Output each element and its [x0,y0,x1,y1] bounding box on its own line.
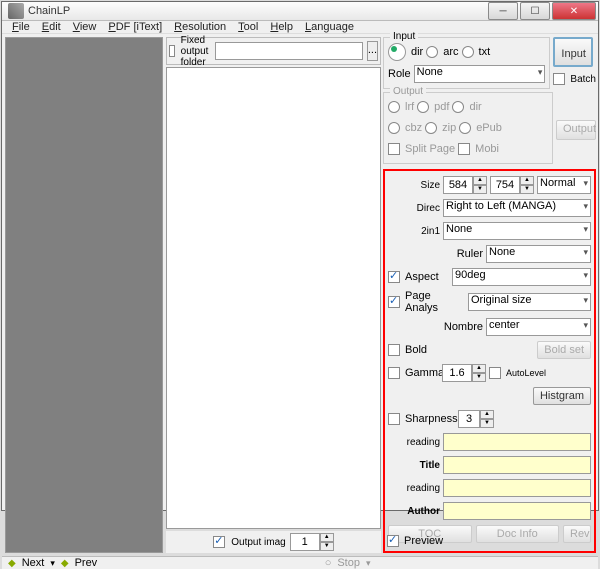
sharpness-spinner[interactable]: ▲▼ [458,410,494,428]
reading2-field[interactable] [443,479,591,497]
stop-button[interactable]: Stop [337,557,360,569]
sharpness-checkbox[interactable] [388,413,400,425]
fixed-output-label: Fixed output folder [181,35,211,68]
preview-checkbox[interactable] [387,535,399,547]
window-title: ChainLP [28,5,486,17]
input-legend: Input [390,31,418,42]
boldset-button: Bold set [537,341,591,359]
output-button: Output [556,120,596,140]
browse-button[interactable]: ... [367,41,378,61]
size-w-spinner[interactable]: ▲▼ [443,176,487,194]
direc-select[interactable]: Right to Left (MANGA) [443,199,591,217]
titlebar: ChainLP ─ ☐ ✕ [2,2,598,21]
aspect-checkbox[interactable] [388,271,400,283]
pageanalys-select[interactable]: Original size [468,293,591,311]
docinfo-button: Doc Info [476,525,560,543]
pageanalys-checkbox[interactable] [388,296,400,308]
input-button[interactable]: Input [553,37,593,67]
nombre-select[interactable]: center [486,318,591,336]
minimize-button[interactable]: ─ [488,2,518,20]
reading1-field[interactable] [443,433,591,451]
role-select[interactable]: None [414,65,546,83]
input-arc-radio[interactable] [426,46,438,58]
maximize-button[interactable]: ☐ [520,2,550,20]
menu-help[interactable]: Help [270,21,293,33]
app-window: ChainLP ─ ☐ ✕ File Edit View PDF [iText]… [1,1,599,511]
title-field[interactable] [443,456,591,474]
next-button[interactable]: Next [22,557,45,569]
fixed-output-field[interactable] [215,42,363,60]
menu-pdf[interactable]: PDF [iText] [108,21,162,33]
output-imag-checkbox[interactable] [213,536,225,548]
fixed-output-checkbox[interactable] [169,45,175,57]
gamma-spinner[interactable]: ▲▼ [442,364,486,382]
aspect-select[interactable]: 90deg [452,268,591,286]
menu-file[interactable]: File [12,21,30,33]
preview-panel [5,37,163,553]
right-panel: Input dir arc txt Role None Input Batch [381,34,598,556]
output-imag-label: Output imag [231,537,285,548]
output-imag-spinner[interactable]: ▲▼ [290,533,334,551]
menu-tool[interactable]: Tool [238,21,258,33]
histgram-button[interactable]: Histgram [533,387,591,405]
gamma-checkbox[interactable] [388,367,400,379]
options-group: Size ▲▼ ▲▼ Normal Direc Right to Left (M… [383,169,596,553]
menu-resolution[interactable]: Resolution [174,21,226,33]
input-dir-radio[interactable] [388,43,406,61]
autolevel-checkbox[interactable] [489,367,501,379]
output-legend: Output [390,86,426,97]
menubar: File Edit View PDF [iText] Resolution To… [2,21,598,34]
app-icon [8,3,24,19]
ruler-select[interactable]: None [486,245,591,263]
author-field[interactable] [443,502,591,520]
close-button[interactable]: ✕ [552,2,596,20]
statusbar: ◆Next▾ ◆Prev ○Stop▾ [2,556,598,569]
menu-edit[interactable]: Edit [42,21,61,33]
file-list[interactable] [166,67,381,529]
menu-language[interactable]: Language [305,21,354,33]
2in1-select[interactable]: None [443,222,591,240]
rev-button: Rev [563,525,591,543]
size-h-spinner[interactable]: ▲▼ [490,176,534,194]
menu-view[interactable]: View [73,21,97,33]
output-imag-value[interactable] [290,533,320,551]
prev-button[interactable]: Prev [75,557,98,569]
input-txt-radio[interactable] [462,46,474,58]
size-mode-select[interactable]: Normal [537,176,591,194]
bold-checkbox[interactable] [388,344,400,356]
batch-checkbox[interactable] [553,73,565,85]
mid-panel: Fixed output folder ... Output imag ▲▼ [166,37,381,553]
